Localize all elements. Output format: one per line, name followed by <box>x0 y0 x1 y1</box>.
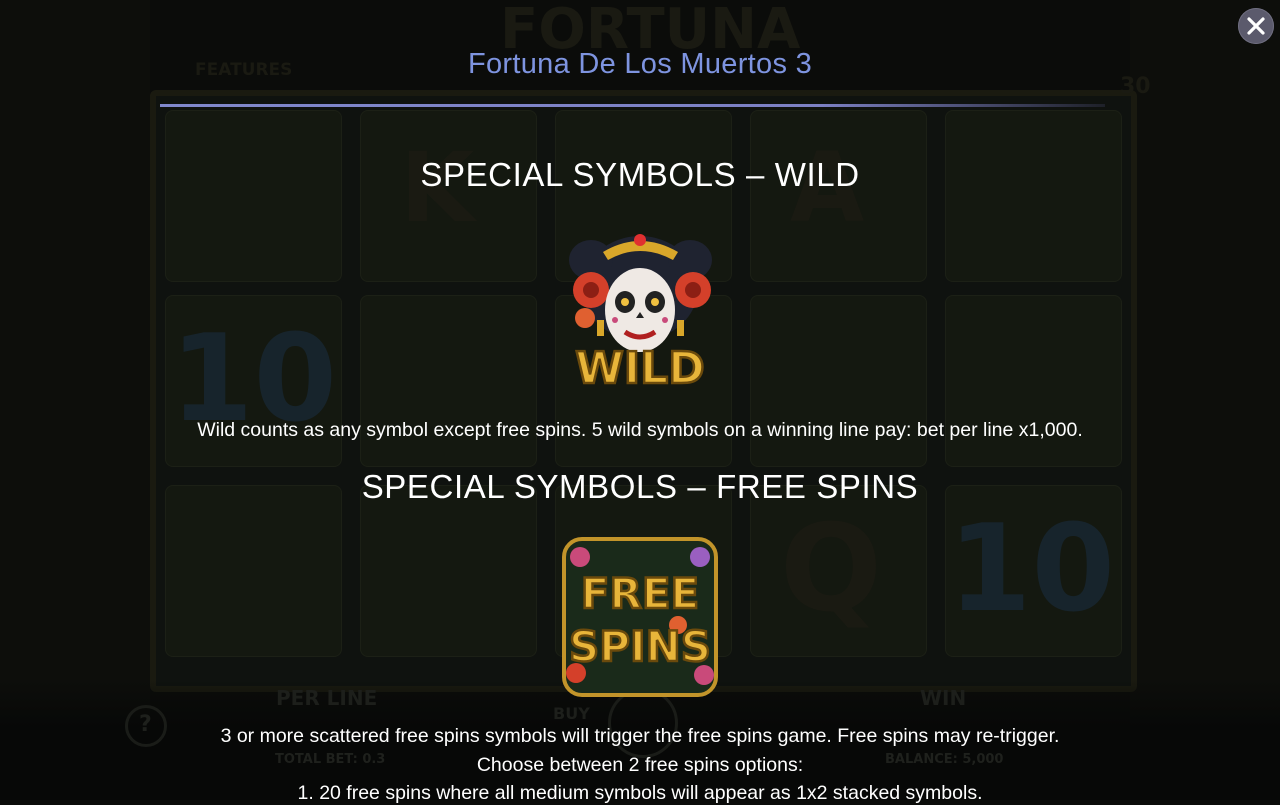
background-reel-symbol: Q <box>780 500 883 639</box>
background-buy-label: BUY <box>553 704 590 723</box>
reel-cell <box>360 485 537 657</box>
background-reel-symbol: 10 <box>948 500 1115 639</box>
free-spins-symbol: FREE SPINS <box>558 533 722 701</box>
reel-cell <box>165 110 342 282</box>
reel-cell <box>945 110 1122 282</box>
section-heading-free-spins: SPECIAL SYMBOLS – FREE SPINS <box>361 468 919 505</box>
wild-catrina-symbol: WILD <box>563 220 718 395</box>
background-per-line-label: PER LINE <box>276 686 378 710</box>
close-icon <box>1247 17 1265 35</box>
page-title: Fortuna De Los Muertos 3 <box>467 48 813 80</box>
close-button[interactable] <box>1238 8 1274 44</box>
background-win-label: WIN <box>920 686 967 710</box>
wild-description: Wild counts as any symbol except free sp… <box>197 419 1083 441</box>
free-spins-label-line2: SPINS <box>569 622 711 671</box>
free-spins-description-line: 1. 20 free spins where all medium symbol… <box>297 782 983 804</box>
free-spins-description-line: 3 or more scattered free spins symbols w… <box>220 725 1060 747</box>
free-spins-label-line1: FREE <box>581 569 699 618</box>
title-divider <box>160 104 1105 107</box>
section-heading-wild: SPECIAL SYMBOLS – WILD <box>420 156 860 193</box>
wild-symbol-label: WILD <box>575 343 704 394</box>
free-spins-description-line: Choose between 2 free spins options: <box>476 754 804 776</box>
reel-cell <box>165 485 342 657</box>
